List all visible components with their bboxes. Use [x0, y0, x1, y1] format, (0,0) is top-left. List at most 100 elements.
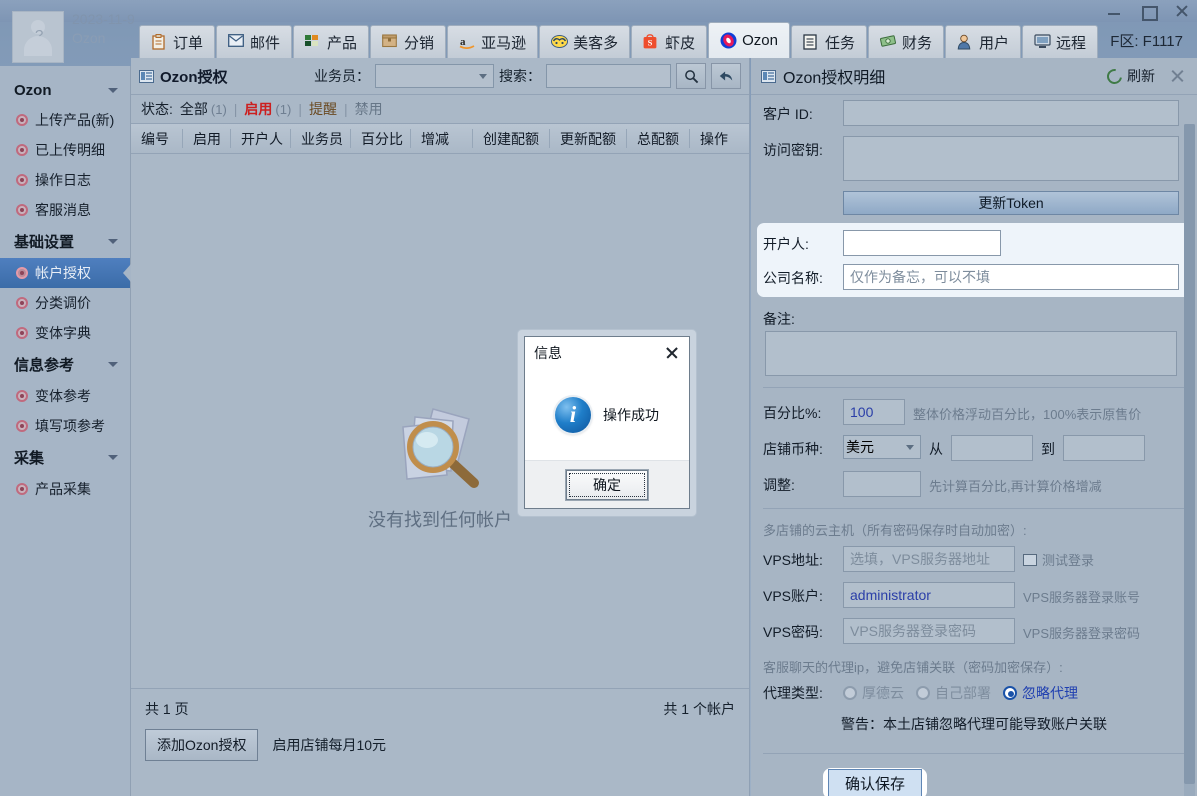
- clipboard-icon: [151, 33, 168, 51]
- percent-input[interactable]: 100: [843, 399, 905, 425]
- radio-icon[interactable]: [1003, 686, 1017, 700]
- sidebar-item-上传产品(新)[interactable]: 上传产品(新): [0, 105, 130, 135]
- sidebar-group-label: 信息参考: [14, 357, 75, 374]
- empty-state-text: 没有找到任何帐户: [368, 510, 512, 530]
- add-ozon-auth-button[interactable]: 添加Ozon授权: [145, 729, 259, 761]
- proxy-option-忽略代理[interactable]: 忽略代理: [1003, 683, 1078, 703]
- update-token-button[interactable]: 更新Token: [843, 191, 1179, 215]
- sidebar-item-操作日志[interactable]: 操作日志: [0, 165, 130, 195]
- table-column-百分比[interactable]: 百分比: [351, 129, 411, 148]
- proxy-option-厚德云[interactable]: 厚德云: [843, 683, 904, 703]
- sidebar-item-产品采集[interactable]: 产品采集: [0, 474, 130, 504]
- tab-用户[interactable]: 用户: [945, 25, 1022, 58]
- dialog-message: 操作成功: [603, 406, 659, 423]
- table-column-更新配额[interactable]: 更新配额: [550, 129, 627, 148]
- sidebar-item-填写项参考[interactable]: 填写项参考: [0, 411, 130, 441]
- tab-任务[interactable]: 任务: [790, 25, 867, 58]
- proxy-section-title-row: 客服聊天的代理ip，避免店铺关联（密码加密保存）:: [751, 649, 1197, 678]
- adjust-input[interactable]: [843, 471, 921, 497]
- bullet-icon: [16, 297, 28, 309]
- sidebar-item-帐户授权[interactable]: 帐户授权: [0, 258, 130, 288]
- table-column-总配额[interactable]: 总配额: [627, 129, 690, 148]
- proxy-option-label: 厚德云: [862, 685, 904, 701]
- tab-label: Ozon: [742, 32, 778, 49]
- company-input[interactable]: 仅作为备忘，可以不填: [843, 264, 1179, 290]
- salesperson-select[interactable]: [375, 64, 494, 88]
- tab-财务[interactable]: 财务: [867, 25, 944, 58]
- tab-label: 用户: [979, 34, 1010, 52]
- sidebar-group-采集[interactable]: 采集: [0, 441, 130, 474]
- opener-input[interactable]: [843, 230, 1001, 256]
- client-id-input[interactable]: [843, 100, 1179, 126]
- proxy-option-自己部署[interactable]: 自己部署: [916, 683, 991, 703]
- save-button[interactable]: 确认保存: [828, 769, 923, 796]
- tab-美客多[interactable]: 美客多: [539, 25, 631, 58]
- sidebar-item-客服消息[interactable]: 客服消息: [0, 195, 130, 225]
- remark-label-row: 备注:: [751, 300, 1197, 329]
- confirm-button[interactable]: 确定: [566, 469, 648, 500]
- sidebar-group-信息参考[interactable]: 信息参考: [0, 348, 130, 381]
- close-icon[interactable]: [1173, 2, 1191, 20]
- radio-icon[interactable]: [916, 686, 930, 700]
- close-icon[interactable]: [664, 345, 680, 361]
- undo-icon[interactable]: [711, 63, 741, 89]
- table-column-编号[interactable]: 编号: [131, 129, 183, 148]
- access-key-input[interactable]: [843, 136, 1179, 181]
- tab-虾皮[interactable]: S 虾皮: [631, 25, 708, 58]
- tab-订单[interactable]: 订单: [139, 25, 216, 58]
- tab-label: 美客多: [573, 34, 619, 52]
- sidebar-group-label: 基础设置: [14, 234, 75, 251]
- table-column-业务员[interactable]: 业务员: [291, 129, 351, 148]
- table-column-增减[interactable]: 增减: [411, 129, 473, 148]
- status-separator: |: [298, 101, 302, 117]
- tab-分销[interactable]: 分销: [370, 25, 447, 58]
- proxy-option-label: 自己部署: [935, 685, 991, 701]
- status-filter-全部[interactable]: 全部 (1): [180, 99, 227, 119]
- sidebar-item-变体参考[interactable]: 变体参考: [0, 381, 130, 411]
- status-filter-启用[interactable]: 启用 (1): [244, 99, 291, 119]
- scrollbar-thumb[interactable]: [1184, 124, 1195, 784]
- vps-pwd-input[interactable]: VPS服务器登录密码: [843, 618, 1015, 644]
- price-from-input[interactable]: [951, 435, 1033, 461]
- vps-user-input[interactable]: administrator: [843, 582, 1015, 608]
- tab-亚马逊[interactable]: a 亚马逊: [447, 25, 539, 58]
- table-column-创建配额[interactable]: 创建配额: [473, 129, 550, 148]
- remark-input[interactable]: [765, 331, 1177, 376]
- search-label: 搜索：: [499, 68, 541, 84]
- maximize-icon[interactable]: [1139, 2, 1158, 21]
- vps-pwd-hint: VPS服务器登录密码: [1023, 626, 1141, 641]
- percent-hint: 整体价格浮动百分比，100%表示原售价: [913, 407, 1142, 422]
- table-column-启用[interactable]: 启用: [183, 129, 231, 148]
- status-filter-提醒[interactable]: 提醒: [309, 99, 337, 119]
- tab-产品[interactable]: 产品: [293, 25, 370, 58]
- currency-select[interactable]: 美元: [843, 435, 921, 459]
- opener-label: 开户人:: [763, 236, 809, 252]
- tab-Ozon[interactable]: Ozon: [708, 22, 790, 58]
- sidebar-group-Ozon[interactable]: Ozon: [0, 76, 130, 105]
- status-filter-禁用[interactable]: 禁用: [355, 99, 383, 119]
- avatar-placeholder: ?: [35, 27, 44, 44]
- list-footer: 共 1 页 共 1 个帐户 添加Ozon授权 启用店铺每月10元: [131, 688, 749, 796]
- detail-close-icon[interactable]: [1169, 67, 1187, 85]
- vps-test-login-button[interactable]: 测试登录: [1023, 546, 1094, 569]
- vps-addr-input[interactable]: 选填，VPS服务器地址: [843, 546, 1015, 572]
- tab-远程[interactable]: 远程: [1022, 25, 1099, 58]
- minimize-icon[interactable]: [1105, 2, 1123, 20]
- radio-icon[interactable]: [843, 686, 857, 700]
- tab-label: 产品: [327, 34, 358, 52]
- sidebar-item-分类调价[interactable]: 分类调价: [0, 288, 130, 318]
- detail-scrollbar[interactable]: [1184, 124, 1195, 796]
- sidebar-item-已上传明细[interactable]: 已上传明细: [0, 135, 130, 165]
- tab-邮件[interactable]: 邮件: [216, 25, 293, 58]
- search-icon[interactable]: [676, 63, 706, 89]
- search-input[interactable]: [546, 64, 671, 88]
- avatar[interactable]: ?: [12, 11, 64, 63]
- price-to-input[interactable]: [1063, 435, 1145, 461]
- detail-title-label: Ozon授权明细: [783, 70, 886, 87]
- table-column-操作[interactable]: 操作: [690, 129, 738, 148]
- content-header: Ozon授权 业务员： 搜索：: [131, 58, 749, 95]
- sidebar-item-变体字典[interactable]: 变体字典: [0, 318, 130, 348]
- sidebar-group-基础设置[interactable]: 基础设置: [0, 225, 130, 258]
- refresh-button[interactable]: 刷新: [1104, 65, 1155, 87]
- table-column-开户人[interactable]: 开户人: [231, 129, 291, 148]
